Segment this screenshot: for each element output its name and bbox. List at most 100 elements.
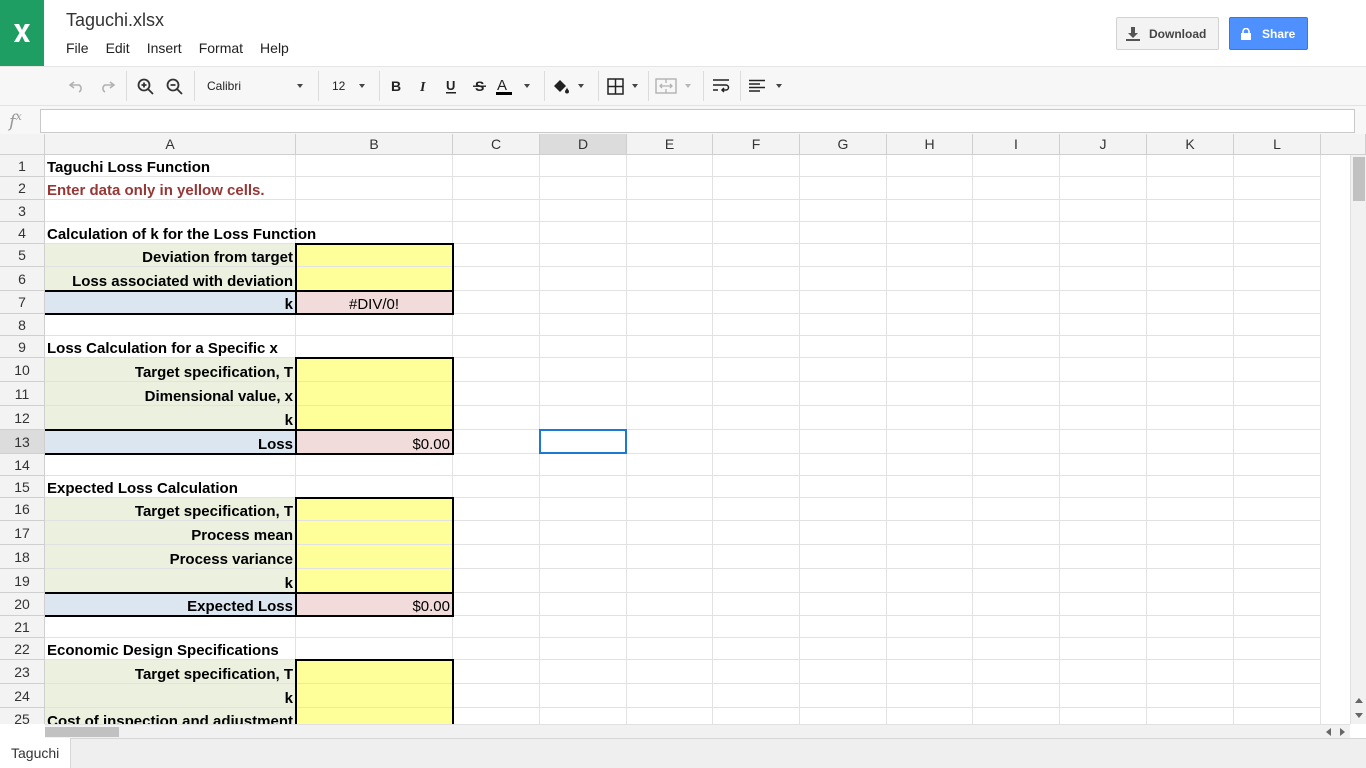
horizontal-scroll-thumb[interactable] [45,727,119,737]
scroll-down-button[interactable] [1352,709,1366,721]
row-header-10[interactable]: 10 [0,358,45,382]
cell-a7[interactable]: k [45,291,296,314]
cell-a15[interactable]: Expected Loss Calculation [45,476,296,498]
column-header-a[interactable]: A [45,134,296,155]
cell-b7[interactable]: #DIV/0! [296,291,453,314]
formula-input[interactable] [40,109,1355,133]
row-header-12[interactable]: 12 [0,406,45,430]
cell-a16[interactable]: Target specification, T [45,498,296,521]
cell-a20[interactable]: Expected Loss [45,593,296,616]
font-size-select[interactable]: 12 [326,74,372,98]
cell-a1[interactable]: Taguchi Loss Function [45,155,296,177]
row-header-16[interactable]: 16 [0,498,45,521]
column-header-b[interactable]: B [296,134,453,155]
row-header-24[interactable]: 24 [0,684,45,708]
zoom-in-button[interactable] [134,67,156,105]
row-header-4[interactable]: 4 [0,222,45,244]
wrap-text-button[interactable] [710,67,732,105]
menu-file[interactable]: File [66,40,89,56]
row-header-8[interactable]: 8 [0,314,45,336]
cell-a2[interactable]: Enter data only in yellow cells. [45,177,296,200]
cell-a10[interactable]: Target specification, T [45,358,296,382]
cell-a9[interactable]: Loss Calculation for a Specific x [45,336,296,358]
cell-b20[interactable]: $0.00 [296,593,453,616]
cell-a24[interactable]: k [45,684,296,708]
row-header-23[interactable]: 23 [0,660,45,684]
cell-a22[interactable]: Economic Design Specifications [45,638,296,660]
column-header-d[interactable]: D [540,134,627,155]
column-header-j[interactable]: J [1060,134,1147,155]
column-header-e[interactable]: E [627,134,713,155]
horizontal-scrollbar[interactable] [45,724,1350,738]
zoom-out-button[interactable] [163,67,185,105]
cell-a5[interactable]: Deviation from target [45,244,296,267]
sheet-tab-taguchi[interactable]: Taguchi [0,738,72,768]
undo-button[interactable] [66,67,88,105]
column-header-f[interactable]: F [713,134,800,155]
row-header-3[interactable]: 3 [0,200,45,222]
cell-a19[interactable]: k [45,569,296,593]
row-header-6[interactable]: 6 [0,267,45,291]
select-all-corner[interactable] [0,134,45,155]
font-family-select[interactable]: Calibri [200,74,312,98]
row-header-25[interactable]: 25 [0,708,45,724]
vertical-scrollbar[interactable] [1350,155,1366,724]
text-color-button[interactable]: A [494,67,532,105]
row-header-22[interactable]: 22 [0,638,45,660]
cell-b13[interactable]: $0.00 [296,430,453,454]
column-header-k[interactable]: K [1147,134,1234,155]
borders-button[interactable] [607,67,643,105]
cell-a18[interactable]: Process variance [45,545,296,569]
cell-a13[interactable]: Loss [45,430,296,454]
paint-bucket-icon [554,80,569,94]
fill-color-button[interactable] [551,67,587,105]
menu-format[interactable]: Format [199,40,243,56]
row-header-17[interactable]: 17 [0,521,45,545]
italic-button[interactable]: I [414,67,434,105]
row-header-11[interactable]: 11 [0,382,45,406]
scroll-right-button[interactable] [1336,726,1348,738]
scroll-left-button[interactable] [1322,726,1334,738]
app-logo[interactable] [0,0,44,66]
share-button[interactable]: Share [1229,17,1308,50]
strikethrough-button[interactable]: S [469,67,489,105]
column-header-c[interactable]: C [453,134,540,155]
menu-help[interactable]: Help [260,40,289,56]
scroll-up-button[interactable] [1352,694,1366,706]
row-header-1[interactable]: 1 [0,155,45,177]
document-title[interactable]: Taguchi.xlsx [66,10,164,31]
row-header-14[interactable]: 14 [0,454,45,476]
menu-insert[interactable]: Insert [147,40,182,56]
row-header-9[interactable]: 9 [0,336,45,358]
row-header-7[interactable]: 7 [0,291,45,314]
cell-a12[interactable]: k [45,406,296,430]
horizontal-align-button[interactable] [748,67,786,105]
column-header-h[interactable]: H [887,134,973,155]
row-header-20[interactable]: 20 [0,593,45,616]
column-header-g[interactable]: G [800,134,887,155]
bold-button[interactable]: B [386,67,406,105]
cell-a25[interactable]: Cost of inspection and adjustment [45,708,296,724]
cell-a4[interactable]: Calculation of k for the Loss Function [45,222,316,244]
cell-a23[interactable]: Target specification, T [45,660,296,684]
cell-a17[interactable]: Process mean [45,521,296,545]
menu-edit[interactable]: Edit [106,40,130,56]
underline-button[interactable]: U [441,67,461,105]
selected-cell-outline[interactable] [539,429,627,454]
column-header-l[interactable]: L [1234,134,1321,155]
row-header-5[interactable]: 5 [0,244,45,267]
column-header-i[interactable]: I [973,134,1060,155]
vertical-scroll-thumb[interactable] [1353,157,1365,201]
cell-a11[interactable]: Dimensional value, x [45,382,296,406]
row-header-13[interactable]: 13 [0,430,45,454]
row-header-21[interactable]: 21 [0,616,45,638]
cell-grid[interactable]: A B C D E F G H I J K L 1 2 3 4 5 6 7 8 9 10 11 12 13 14 15 16 17 18 1… [0,134,1366,724]
row-header-19[interactable]: 19 [0,569,45,593]
redo-button[interactable] [96,67,118,105]
cell-a6[interactable]: Loss associated with deviation [45,267,296,291]
row-header-15[interactable]: 15 [0,476,45,498]
row-header-2[interactable]: 2 [0,177,45,200]
download-button[interactable]: Download [1116,17,1219,50]
row-header-18[interactable]: 18 [0,545,45,569]
merge-cells-button[interactable] [655,67,695,105]
